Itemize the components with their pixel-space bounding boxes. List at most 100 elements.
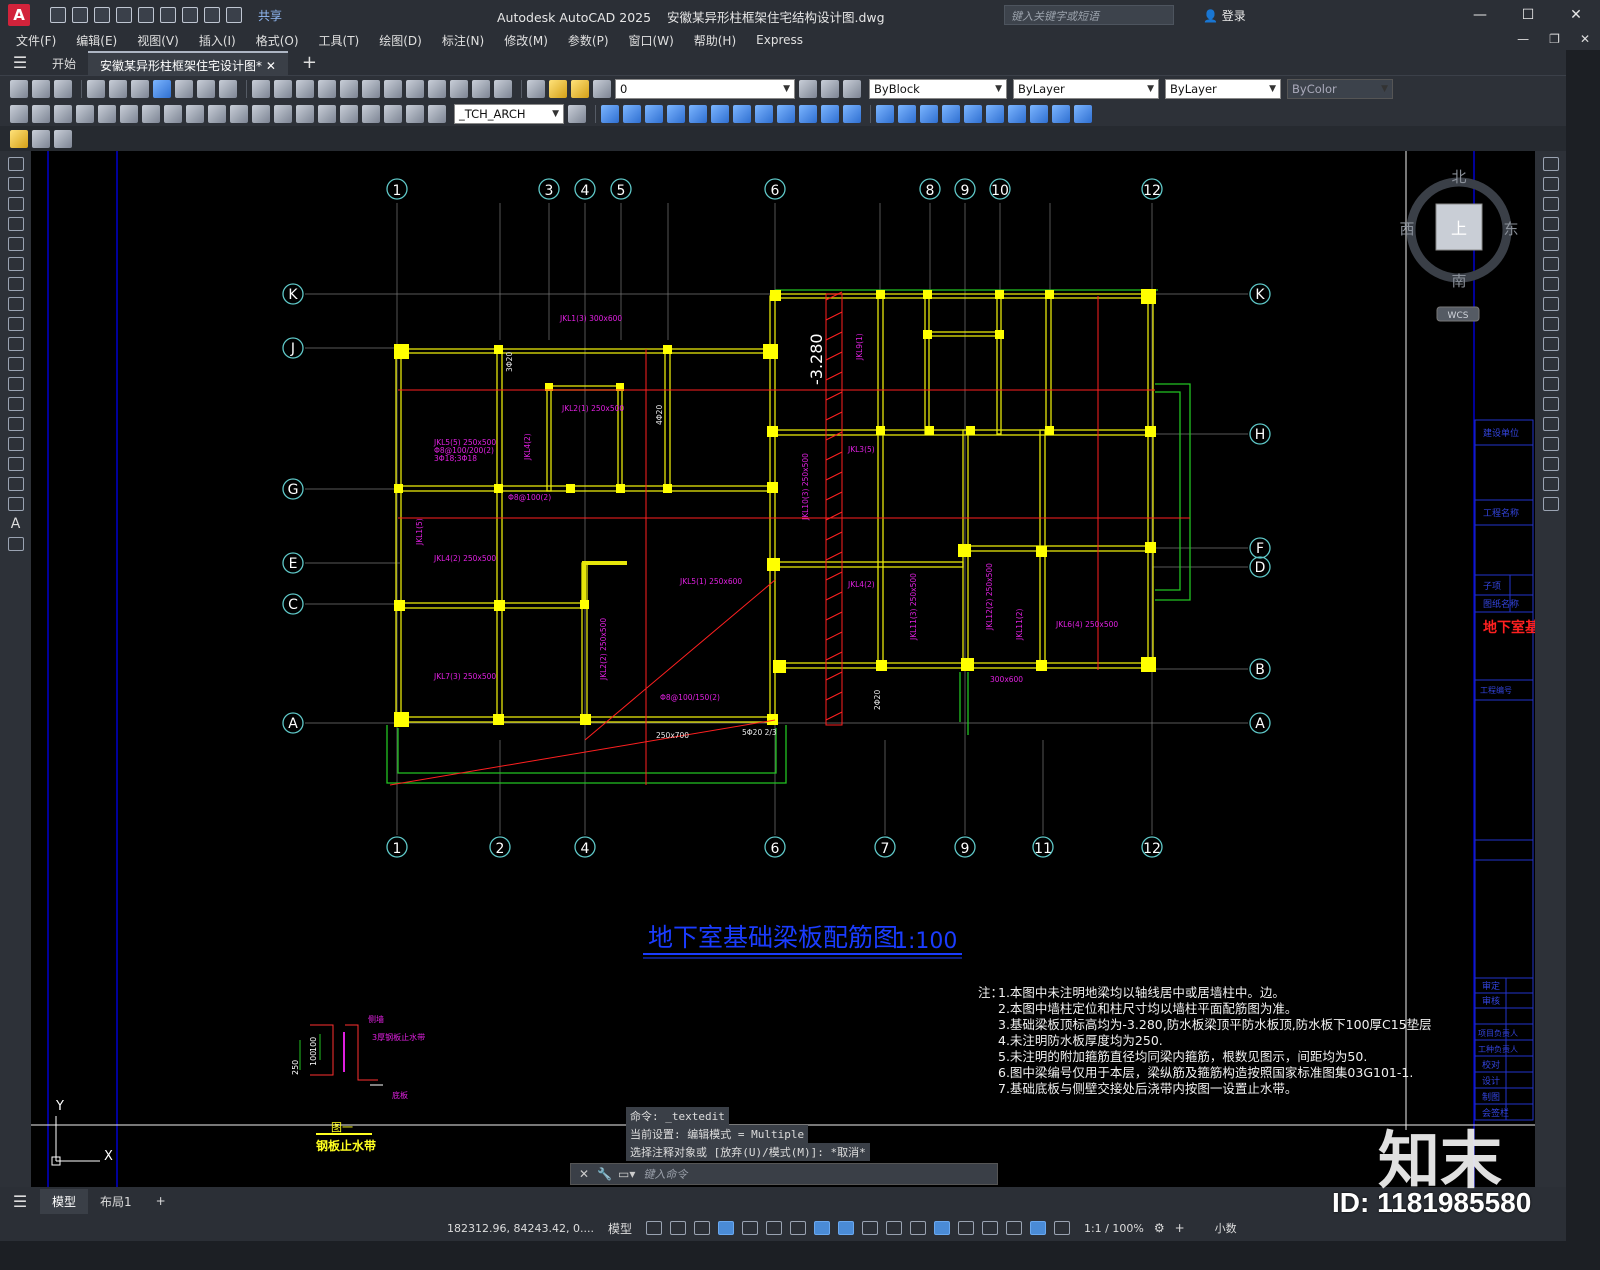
erase-icon[interactable] [1542,157,1559,171]
viewcube-north[interactable]: 北 [1451,168,1466,186]
tolerance-icon[interactable] [296,105,314,123]
open-icon[interactable] [32,80,50,98]
menu-insert[interactable]: 插入(I) [199,32,236,49]
tool-palettes-icon[interactable] [428,80,446,98]
ellipse-arc-icon[interactable] [7,357,24,371]
file-tabs-menu-icon[interactable]: ☰ [0,53,40,72]
insert-block-icon[interactable] [7,377,24,391]
diameter-icon[interactable] [142,105,160,123]
pan-icon[interactable] [296,80,314,98]
menu-help[interactable]: 帮助(H) [694,32,736,49]
construction-line-icon[interactable] [7,177,24,191]
dim-style-icon[interactable] [568,105,586,123]
region-icon[interactable] [7,477,24,491]
close-icon[interactable]: ✕ [1552,0,1600,30]
tab-layout1[interactable]: 布局1 [88,1189,144,1214]
copy-icon[interactable] [175,80,193,98]
arc-length-icon[interactable] [54,105,72,123]
view-nw-icon[interactable] [1074,105,1092,123]
radius-icon[interactable] [98,105,116,123]
infer-icon[interactable] [693,1221,710,1235]
dim-break-icon[interactable] [274,105,292,123]
ortho-icon[interactable] [741,1221,758,1235]
view-left-icon[interactable] [920,105,938,123]
view-back-icon[interactable] [986,105,1004,123]
plot-preview-icon[interactable] [160,7,176,23]
model-space-toggle[interactable]: 模型 [608,1220,632,1237]
menu-express[interactable]: Express [756,33,803,47]
command-recent-icon[interactable]: ▭▾ [618,1167,635,1181]
menu-format[interactable]: 格式(O) [256,32,299,49]
lineweight-icon[interactable] [861,1221,878,1235]
snap-icon[interactable] [669,1221,686,1235]
revision-cloud-icon[interactable] [7,297,24,311]
zoom-realtime-icon[interactable] [318,80,336,98]
drawing-canvas[interactable]: 建设单位 工程名称 子项 图纸名称 地下室基 工程编号 审定 审核 项目负责人 … [31,151,1535,1187]
angular-icon[interactable] [164,105,182,123]
grid-icon[interactable] [645,1221,662,1235]
sheet-set-icon[interactable] [450,80,468,98]
baseline-icon[interactable] [208,105,226,123]
inspection-icon[interactable] [340,105,358,123]
selection-cycling-icon[interactable] [909,1221,926,1235]
maximize-icon[interactable]: ☐ [1504,0,1552,30]
circle-icon[interactable] [7,277,24,291]
ucs-z-icon[interactable] [843,105,861,123]
point-icon[interactable] [7,417,24,431]
break-icon[interactable] [1542,397,1559,411]
view-top-icon[interactable] [876,105,894,123]
ucs-x-icon[interactable] [799,105,817,123]
menu-view[interactable]: 视图(V) [137,32,179,49]
layer-freeze-icon[interactable] [571,80,589,98]
attribute-edit-icon[interactable] [10,130,28,148]
layer-lock-icon[interactable] [593,80,611,98]
add-layout-button[interactable]: + [144,1190,178,1212]
layer-on-icon[interactable] [549,80,567,98]
menu-dimension[interactable]: 标注(N) [442,32,484,49]
ordinate-icon[interactable] [76,105,94,123]
paste-icon[interactable] [197,80,215,98]
annotation-scale[interactable]: 1:1 / 100% [1084,1222,1144,1235]
menu-draw[interactable]: 绘图(D) [379,32,422,49]
gear-icon[interactable]: ⚙ [1154,1221,1165,1235]
open-file-icon[interactable] [72,7,88,23]
make-block-icon[interactable] [7,397,24,411]
new-file-icon[interactable] [50,7,66,23]
polyline-icon[interactable] [7,197,24,211]
print-icon[interactable] [182,7,198,23]
menu-tools[interactable]: 工具(T) [319,32,360,49]
undo-icon[interactable] [252,80,270,98]
wrench-icon[interactable]: 🔧 [597,1167,612,1181]
layer-states-icon[interactable] [843,80,861,98]
tab-active-drawing[interactable]: 安徽某异形柱框架住宅设计图* ✕ [88,50,288,75]
tab-start[interactable]: 开始 [40,51,88,75]
viewcube-west[interactable]: 西 [1399,220,1414,238]
units-display[interactable]: 小数 [1215,1220,1237,1236]
aligned-dim-icon[interactable] [32,105,50,123]
center-mark-icon[interactable] [318,105,336,123]
rotate-icon[interactable] [1542,277,1559,291]
wcs-menu[interactable]: WCS [1448,311,1469,321]
undo-icon[interactable] [204,7,220,23]
transparency-icon[interactable] [885,1221,902,1235]
gradient-icon[interactable] [7,457,24,471]
polar-icon[interactable] [765,1221,782,1235]
offset-icon[interactable] [1542,217,1559,231]
ucs-face-icon[interactable] [667,105,685,123]
array-icon[interactable] [1542,237,1559,251]
menu-parametric[interactable]: 参数(P) [568,32,609,49]
selection-filter-icon[interactable] [981,1221,998,1235]
ellipse-icon[interactable] [7,337,24,351]
tab-close-icon[interactable]: ✕ [266,59,276,73]
explode-icon[interactable] [1542,497,1559,511]
jogged-linear-icon[interactable] [362,105,380,123]
dim-update-icon[interactable] [428,105,446,123]
gizmo-icon[interactable] [1005,1221,1022,1235]
layer-previous-icon[interactable] [821,80,839,98]
ucs-y-icon[interactable] [821,105,839,123]
close-icon[interactable]: ✕ [579,1167,589,1181]
line-icon[interactable] [7,157,24,171]
login-button[interactable]: 👤 登录 [1203,7,1246,24]
publish-icon[interactable] [131,80,149,98]
menu-window[interactable]: 窗口(W) [629,32,674,49]
